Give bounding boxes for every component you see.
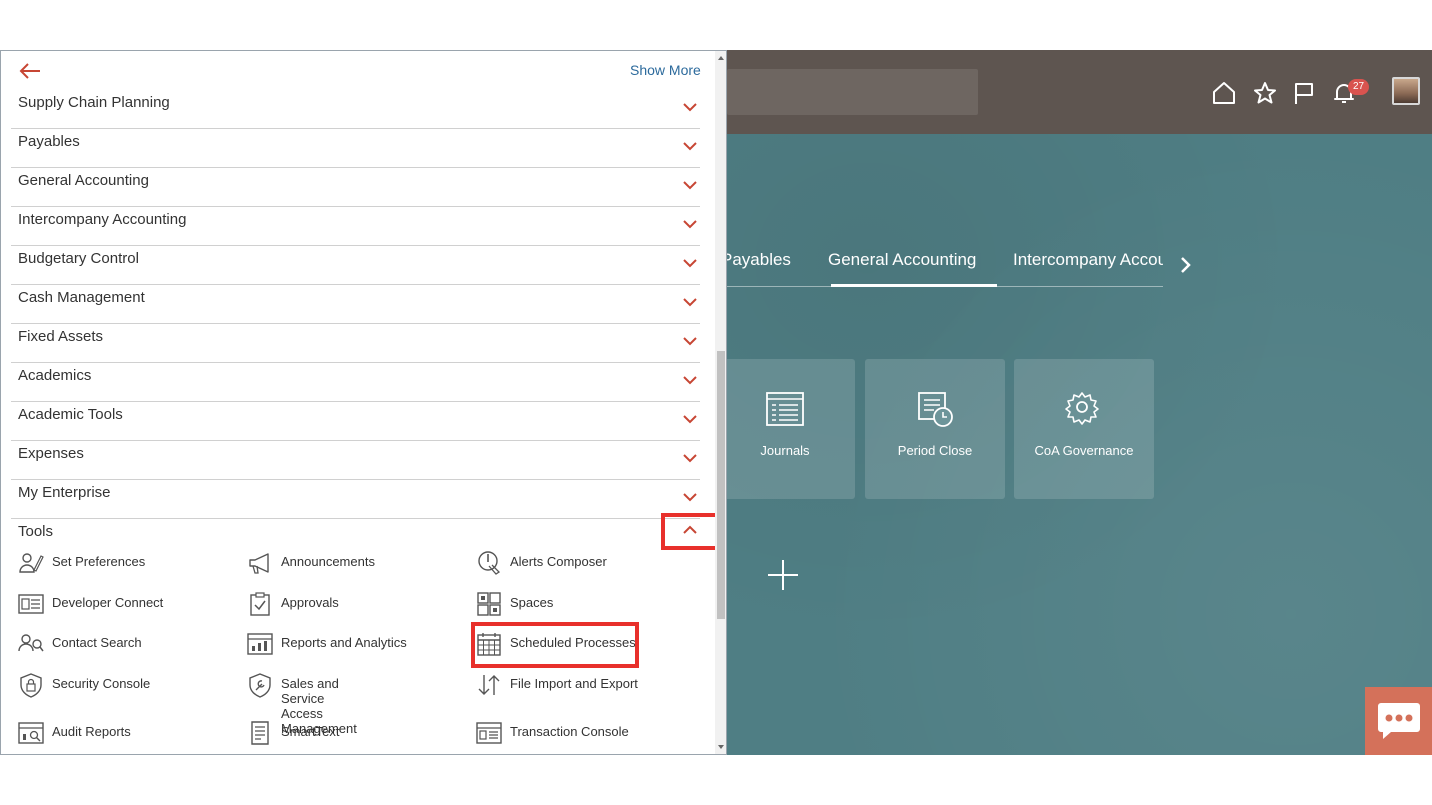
category-intercompany-accounting[interactable]: Intercompany Accounting [11, 207, 700, 246]
active-tab-indicator [831, 284, 997, 287]
chevron-down-icon[interactable] [683, 372, 697, 385]
chevron-down-icon[interactable] [683, 294, 697, 307]
transaction-console-icon [476, 720, 502, 746]
chevron-down-icon[interactable] [683, 450, 697, 463]
springboard-tabs: Payables General Accounting Intercompany… [727, 250, 1207, 290]
contact-search-icon [18, 631, 44, 657]
tool-label: Spaces [510, 595, 554, 610]
navigator-panel: Show More Supply Chain Planning Payables… [0, 50, 727, 755]
category-academics[interactable]: Academics [11, 363, 700, 402]
import-export-icon [476, 672, 502, 698]
tile-journals[interactable]: Journals [727, 359, 855, 499]
star-icon[interactable] [1252, 80, 1278, 106]
tile-label: Period Close [897, 443, 973, 458]
tool-label: Approvals [281, 595, 339, 610]
tile-period-close[interactable]: Period Close [865, 359, 1005, 499]
tile-label: Journals [760, 443, 810, 458]
clipboard-check-icon [247, 591, 273, 617]
chat-button[interactable] [1365, 687, 1432, 755]
audit-reports-icon [18, 720, 44, 746]
add-icon[interactable] [766, 558, 800, 592]
chevron-down-icon[interactable] [683, 411, 697, 424]
category-tools[interactable]: Tools [11, 523, 700, 553]
tool-label: Contact Search [52, 635, 142, 650]
category-budgetary-control[interactable]: Budgetary Control [11, 246, 700, 285]
category-label: Academics [18, 367, 92, 384]
stage: 27 Payables General Accounting Intercomp… [0, 50, 1432, 755]
category-label: Cash Management [18, 289, 145, 306]
category-label: Intercompany Accounting [18, 211, 187, 228]
flag-icon[interactable] [1291, 80, 1317, 106]
category-cash-management[interactable]: Cash Management [11, 285, 700, 324]
category-label: Tools [18, 523, 54, 540]
smarttext-icon [247, 720, 273, 746]
user-avatar[interactable] [1392, 77, 1420, 105]
chevron-down-icon[interactable] [683, 489, 697, 502]
chevron-up-icon[interactable] [661, 513, 721, 550]
scrollbar-thumb[interactable] [717, 351, 725, 619]
tab-general-accounting[interactable]: General Accounting [828, 250, 976, 270]
tool-label: Set Preferences [52, 554, 146, 569]
tab-payables[interactable]: Payables [727, 250, 791, 270]
tool-label: Audit Reports [52, 724, 131, 739]
home-icon[interactable] [1211, 80, 1237, 106]
home-page: 27 Payables General Accounting Intercomp… [727, 50, 1432, 755]
developer-connect-icon [18, 591, 44, 617]
category-label: General Accounting [18, 172, 149, 189]
tool-label: Alerts Composer [510, 554, 607, 569]
tool-label: File Import and Export [510, 676, 638, 691]
spaces-icon [476, 591, 502, 617]
reports-icon [247, 631, 273, 657]
scroll-down-icon[interactable] [718, 745, 724, 749]
scheduled-processes-highlight [471, 622, 639, 668]
category-label: Payables [18, 133, 80, 150]
alerts-composer-icon [476, 550, 502, 576]
tool-label: Security Console [52, 676, 151, 691]
category-label: Academic Tools [18, 406, 123, 423]
notification-badge: 27 [1348, 79, 1369, 95]
category-label: My Enterprise [18, 484, 111, 501]
chevron-right-icon[interactable] [1179, 255, 1193, 275]
shield-icon [18, 672, 44, 698]
chevron-down-icon[interactable] [683, 333, 697, 346]
category-general-accounting[interactable]: General Accounting [11, 168, 700, 207]
chevron-down-icon[interactable] [683, 177, 697, 190]
back-arrow-icon[interactable] [18, 62, 42, 80]
category-label: Expenses [18, 445, 84, 462]
category-academic-tools[interactable]: Academic Tools [11, 402, 700, 441]
global-search-input[interactable] [727, 69, 978, 115]
category-expenses[interactable]: Expenses [11, 441, 700, 480]
tool-label: Developer Connect [52, 595, 164, 610]
tool-label: Transaction Console [510, 724, 629, 739]
category-label: Budgetary Control [18, 250, 139, 267]
period-close-icon [915, 389, 955, 429]
set-preferences-icon [18, 550, 44, 576]
category-supply-chain-planning[interactable]: Supply Chain Planning [11, 90, 700, 129]
gear-icon [1064, 389, 1104, 429]
global-header: 27 [727, 50, 1432, 134]
tool-label: Reports and Analytics [281, 635, 407, 650]
category-label: Supply Chain Planning [18, 94, 170, 111]
scroll-up-icon[interactable] [718, 56, 724, 60]
chevron-down-icon[interactable] [683, 138, 697, 151]
journals-icon [765, 389, 805, 429]
tile-coa-governance[interactable]: CoA Governance [1014, 359, 1154, 499]
tool-label: Announcements [281, 554, 375, 569]
tile-label: CoA Governance [1034, 443, 1134, 458]
category-my-enterprise[interactable]: My Enterprise [11, 480, 700, 519]
tab-intercompany-accounting[interactable]: Intercompany Accour [1013, 250, 1163, 270]
chevron-down-icon[interactable] [683, 216, 697, 229]
megaphone-icon [247, 550, 273, 576]
show-more-link[interactable]: Show More [630, 62, 701, 78]
category-label: Fixed Assets [18, 328, 104, 345]
category-fixed-assets[interactable]: Fixed Assets [11, 324, 700, 363]
chevron-down-icon[interactable] [683, 99, 697, 112]
tool-label: SmartText [281, 724, 340, 739]
category-payables[interactable]: Payables [11, 129, 700, 168]
chevron-down-icon[interactable] [683, 255, 697, 268]
shield-wrench-icon [247, 672, 273, 698]
